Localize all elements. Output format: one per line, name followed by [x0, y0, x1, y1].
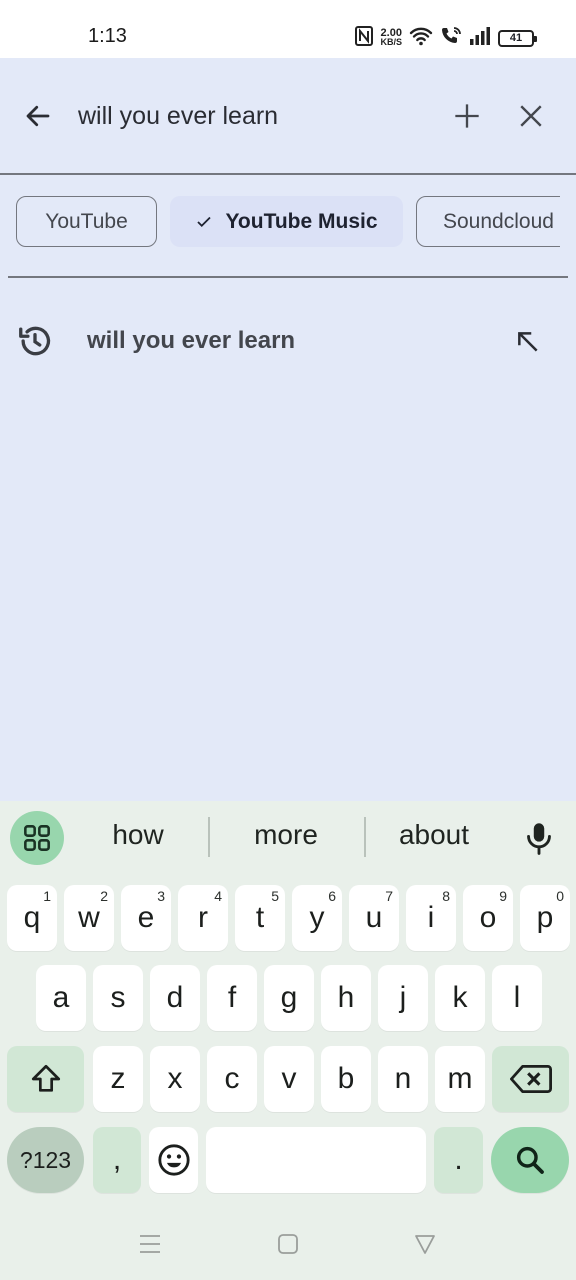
wifi-calling-icon — [440, 26, 462, 51]
key-e[interactable]: e3 — [121, 885, 171, 951]
menu-icon — [140, 1235, 160, 1253]
back-nav-button[interactable] — [405, 1226, 445, 1262]
back-button[interactable] — [14, 92, 62, 140]
key-z[interactable]: z — [93, 1046, 143, 1112]
key-m[interactable]: m — [435, 1046, 485, 1112]
fill-query-button[interactable] — [506, 322, 550, 362]
word-suggestion[interactable]: about — [364, 819, 504, 851]
emoji-icon — [157, 1144, 190, 1176]
divider — [8, 276, 568, 278]
key-y[interactable]: y6 — [292, 885, 342, 951]
key-s[interactable]: s — [93, 965, 143, 1031]
key-u[interactable]: u7 — [349, 885, 399, 951]
comma-key[interactable]: , — [93, 1127, 141, 1193]
keyboard-apps-button[interactable] — [10, 811, 64, 865]
chip-label: YouTube — [45, 209, 128, 233]
search-icon — [516, 1146, 544, 1174]
suggestion-item[interactable]: will you ever learn — [0, 310, 576, 374]
home-button[interactable] — [268, 1226, 308, 1262]
backspace-icon — [509, 1064, 552, 1093]
key-l[interactable]: l — [492, 965, 542, 1031]
search-input[interactable] — [78, 96, 418, 136]
navigation-bar — [0, 1208, 576, 1280]
key-r[interactable]: r4 — [178, 885, 228, 951]
key-x[interactable]: x — [150, 1046, 200, 1112]
battery-icon: 41 — [498, 29, 537, 47]
key-k[interactable]: k — [435, 965, 485, 1031]
period-key[interactable]: . — [434, 1127, 483, 1193]
recents-button[interactable] — [130, 1226, 170, 1262]
key-v[interactable]: v — [264, 1046, 314, 1112]
key-n[interactable]: n — [378, 1046, 428, 1112]
key-o[interactable]: o9 — [463, 885, 513, 951]
key-w[interactable]: w2 — [64, 885, 114, 951]
symbols-key[interactable]: ?123 — [7, 1127, 84, 1193]
arrow-up-left-icon — [518, 332, 538, 352]
add-button[interactable] — [443, 92, 491, 140]
word-suggestion[interactable]: how — [68, 819, 208, 851]
arrow-back-icon — [26, 105, 50, 127]
status-time: 1:13 — [88, 25, 127, 47]
clear-search-button[interactable] — [507, 92, 555, 140]
key-b[interactable]: b — [321, 1046, 371, 1112]
key-g[interactable]: g — [264, 965, 314, 1031]
backspace-key[interactable] — [492, 1046, 569, 1112]
network-speed: 2.00 KB/S — [380, 27, 402, 47]
chip-youtube-music[interactable]: YouTube Music — [170, 196, 403, 247]
key-h[interactable]: h — [321, 965, 371, 1031]
emoji-key[interactable] — [149, 1127, 198, 1193]
space-key[interactable] — [206, 1127, 426, 1193]
status-bar: 1:13 2.00 KB/S 41 — [0, 0, 576, 58]
shift-key[interactable] — [7, 1046, 84, 1112]
word-separator — [208, 817, 210, 857]
history-icon — [16, 322, 54, 365]
status-icons: 2.00 KB/S 41 — [355, 24, 537, 52]
key-q[interactable]: q1 — [7, 885, 57, 951]
key-f[interactable]: f — [207, 965, 257, 1031]
suggestion-text: will you ever learn — [87, 327, 296, 354]
chip-youtube[interactable]: YouTube — [16, 196, 157, 247]
nfc-icon — [355, 25, 374, 51]
triangle-back-icon — [415, 1235, 435, 1254]
key-a[interactable]: a — [36, 965, 86, 1031]
key-j[interactable]: j — [378, 965, 428, 1031]
square-icon — [278, 1234, 298, 1254]
shift-icon — [31, 1064, 60, 1092]
key-d[interactable]: d — [150, 965, 200, 1031]
filter-chips: YouTube YouTube Music Soundcloud — [16, 196, 560, 248]
chip-label: Soundcloud — [443, 209, 554, 233]
voice-input-button[interactable] — [518, 817, 560, 861]
search-bar — [0, 58, 576, 175]
plus-icon — [455, 104, 479, 128]
keyboard-suggestion-strip: how more about — [0, 801, 576, 873]
chip-soundcloud[interactable]: Soundcloud — [416, 196, 560, 247]
key-t[interactable]: t5 — [235, 885, 285, 951]
signal-icon — [469, 26, 491, 50]
chip-label: YouTube Music — [225, 209, 378, 233]
grid-icon — [24, 825, 50, 851]
mic-icon — [527, 823, 551, 855]
search-key[interactable] — [491, 1127, 569, 1193]
key-i[interactable]: i8 — [406, 885, 456, 951]
key-p[interactable]: p0 — [520, 885, 570, 951]
word-suggestion[interactable]: more — [216, 819, 356, 851]
close-icon — [520, 105, 542, 127]
check-icon — [195, 213, 213, 231]
wifi-icon — [409, 26, 433, 51]
key-c[interactable]: c — [207, 1046, 257, 1112]
